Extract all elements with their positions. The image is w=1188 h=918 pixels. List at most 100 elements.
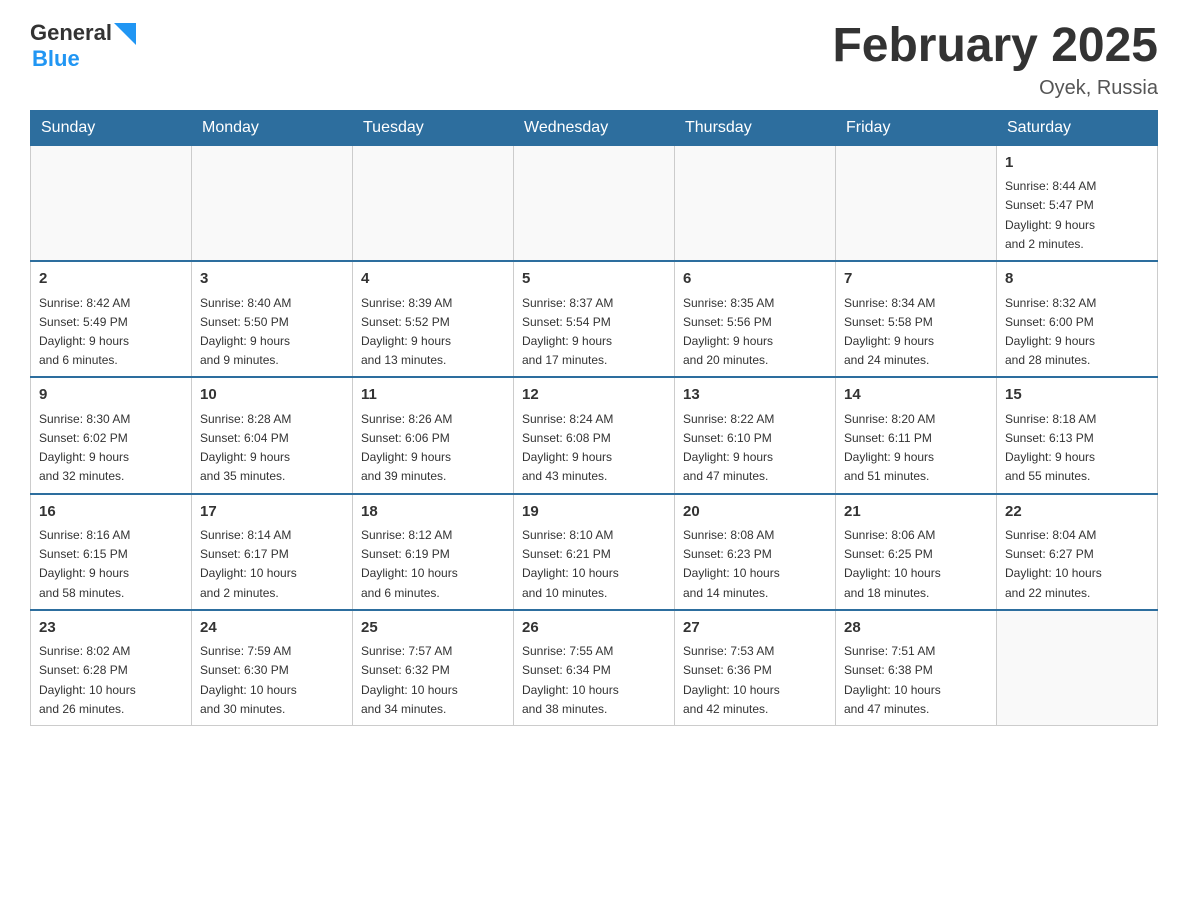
day-number: 3 (200, 268, 344, 291)
day-info: Sunrise: 7:53 AM Sunset: 6:36 PM Dayligh… (683, 642, 827, 719)
day-info: Sunrise: 8:44 AM Sunset: 5:47 PM Dayligh… (1005, 177, 1149, 254)
day-info: Sunrise: 8:06 AM Sunset: 6:25 PM Dayligh… (844, 526, 988, 603)
day-number: 12 (522, 384, 666, 407)
day-info: Sunrise: 8:10 AM Sunset: 6:21 PM Dayligh… (522, 526, 666, 603)
calendar-cell: 23Sunrise: 8:02 AM Sunset: 6:28 PM Dayli… (31, 610, 192, 726)
weekday-header-monday: Monday (192, 110, 353, 145)
calendar-cell: 8 Sunrise: 8:32 AM Sunset: 6:00 PM Daylig… (997, 261, 1158, 377)
day-info: Sunrise: 8:18 AM Sunset: 6:13 PM Dayligh… (1005, 410, 1149, 487)
day-number: 4 (361, 268, 505, 291)
weekday-header-wednesday: Wednesday (514, 110, 675, 145)
calendar-cell: 7 Sunrise: 8:34 AM Sunset: 5:58 PM Daylig… (836, 261, 997, 377)
day-info: Sunrise: 8:35 AM Sunset: 5:56 PM Dayligh… (683, 294, 827, 371)
calendar-cell: 21Sunrise: 8:06 AM Sunset: 6:25 PM Dayli… (836, 494, 997, 610)
day-info: Sunrise: 8:37 AM Sunset: 5:54 PM Dayligh… (522, 294, 666, 371)
day-info: Sunrise: 8:12 AM Sunset: 6:19 PM Dayligh… (361, 526, 505, 603)
day-info: Sunrise: 7:59 AM Sunset: 6:30 PM Dayligh… (200, 642, 344, 719)
calendar-cell: 2 Sunrise: 8:42 AM Sunset: 5:49 PM Daylig… (31, 261, 192, 377)
logo-general-text: General (30, 20, 112, 46)
calendar-cell: 9 Sunrise: 8:30 AM Sunset: 6:02 PM Daylig… (31, 377, 192, 493)
weekday-header-row: SundayMondayTuesdayWednesdayThursdayFrid… (31, 110, 1158, 145)
calendar-week-row: 2 Sunrise: 8:42 AM Sunset: 5:49 PM Daylig… (31, 261, 1158, 377)
calendar-week-row: 9 Sunrise: 8:30 AM Sunset: 6:02 PM Daylig… (31, 377, 1158, 493)
calendar-cell: 6 Sunrise: 8:35 AM Sunset: 5:56 PM Daylig… (675, 261, 836, 377)
day-number: 14 (844, 384, 988, 407)
logo-blue-text: Blue (32, 46, 80, 71)
calendar-cell (836, 145, 997, 261)
day-number: 7 (844, 268, 988, 291)
calendar-cell (192, 145, 353, 261)
day-info: Sunrise: 8:16 AM Sunset: 6:15 PM Dayligh… (39, 526, 183, 603)
day-number: 2 (39, 268, 183, 291)
day-number: 8 (1005, 268, 1149, 291)
calendar-cell: 13 Sunrise: 8:22 AM Sunset: 6:10 PM Dayli… (675, 377, 836, 493)
calendar-cell: 3 Sunrise: 8:40 AM Sunset: 5:50 PM Daylig… (192, 261, 353, 377)
calendar-week-row: 16Sunrise: 8:16 AM Sunset: 6:15 PM Dayli… (31, 494, 1158, 610)
calendar-cell: 4 Sunrise: 8:39 AM Sunset: 5:52 PM Daylig… (353, 261, 514, 377)
day-info: Sunrise: 8:32 AM Sunset: 6:00 PM Dayligh… (1005, 294, 1149, 371)
calendar-subtitle: Oyek, Russia (832, 77, 1158, 100)
day-info: Sunrise: 8:22 AM Sunset: 6:10 PM Dayligh… (683, 410, 827, 487)
weekday-header-sunday: Sunday (31, 110, 192, 145)
day-number: 21 (844, 501, 988, 524)
logo-triangle-icon (114, 23, 136, 45)
calendar-cell: 27Sunrise: 7:53 AM Sunset: 6:36 PM Dayli… (675, 610, 836, 726)
calendar-cell: 26Sunrise: 7:55 AM Sunset: 6:34 PM Dayli… (514, 610, 675, 726)
day-number: 16 (39, 501, 183, 524)
day-info: Sunrise: 8:02 AM Sunset: 6:28 PM Dayligh… (39, 642, 183, 719)
calendar-cell: 22Sunrise: 8:04 AM Sunset: 6:27 PM Dayli… (997, 494, 1158, 610)
day-number: 1 (1005, 152, 1149, 175)
day-number: 27 (683, 617, 827, 640)
calendar-cell: 10Sunrise: 8:28 AM Sunset: 6:04 PM Dayli… (192, 377, 353, 493)
title-block: February 2025 Oyek, Russia (832, 20, 1158, 100)
day-number: 13 (683, 384, 827, 407)
weekday-header-tuesday: Tuesday (353, 110, 514, 145)
day-number: 10 (200, 384, 344, 407)
day-info: Sunrise: 7:51 AM Sunset: 6:38 PM Dayligh… (844, 642, 988, 719)
day-number: 17 (200, 501, 344, 524)
calendar-cell: 5Sunrise: 8:37 AM Sunset: 5:54 PM Daylig… (514, 261, 675, 377)
calendar-cell (997, 610, 1158, 726)
day-info: Sunrise: 8:42 AM Sunset: 5:49 PM Dayligh… (39, 294, 183, 371)
day-info: Sunrise: 8:34 AM Sunset: 5:58 PM Dayligh… (844, 294, 988, 371)
day-number: 15 (1005, 384, 1149, 407)
calendar-cell: 14Sunrise: 8:20 AM Sunset: 6:11 PM Dayli… (836, 377, 997, 493)
page-header: General Blue February 2025 Oyek, Russia (30, 20, 1158, 100)
calendar-cell (514, 145, 675, 261)
day-info: Sunrise: 7:55 AM Sunset: 6:34 PM Dayligh… (522, 642, 666, 719)
calendar-cell: 24Sunrise: 7:59 AM Sunset: 6:30 PM Dayli… (192, 610, 353, 726)
day-info: Sunrise: 8:30 AM Sunset: 6:02 PM Dayligh… (39, 410, 183, 487)
day-number: 19 (522, 501, 666, 524)
calendar-cell (353, 145, 514, 261)
calendar-cell: 1Sunrise: 8:44 AM Sunset: 5:47 PM Daylig… (997, 145, 1158, 261)
calendar-cell: 19Sunrise: 8:10 AM Sunset: 6:21 PM Dayli… (514, 494, 675, 610)
day-info: Sunrise: 8:08 AM Sunset: 6:23 PM Dayligh… (683, 526, 827, 603)
weekday-header-saturday: Saturday (997, 110, 1158, 145)
day-info: Sunrise: 8:39 AM Sunset: 5:52 PM Dayligh… (361, 294, 505, 371)
day-info: Sunrise: 8:40 AM Sunset: 5:50 PM Dayligh… (200, 294, 344, 371)
day-number: 28 (844, 617, 988, 640)
calendar-table: SundayMondayTuesdayWednesdayThursdayFrid… (30, 110, 1158, 726)
calendar-cell: 12Sunrise: 8:24 AM Sunset: 6:08 PM Dayli… (514, 377, 675, 493)
calendar-cell: 18Sunrise: 8:12 AM Sunset: 6:19 PM Dayli… (353, 494, 514, 610)
day-info: Sunrise: 8:14 AM Sunset: 6:17 PM Dayligh… (200, 526, 344, 603)
calendar-cell (675, 145, 836, 261)
calendar-cell: 15 Sunrise: 8:18 AM Sunset: 6:13 PM Dayli… (997, 377, 1158, 493)
calendar-cell: 25Sunrise: 7:57 AM Sunset: 6:32 PM Dayli… (353, 610, 514, 726)
calendar-week-row: 1Sunrise: 8:44 AM Sunset: 5:47 PM Daylig… (31, 145, 1158, 261)
day-info: Sunrise: 7:57 AM Sunset: 6:32 PM Dayligh… (361, 642, 505, 719)
day-number: 11 (361, 384, 505, 407)
calendar-cell: 28Sunrise: 7:51 AM Sunset: 6:38 PM Dayli… (836, 610, 997, 726)
day-info: Sunrise: 8:04 AM Sunset: 6:27 PM Dayligh… (1005, 526, 1149, 603)
calendar-cell: 16Sunrise: 8:16 AM Sunset: 6:15 PM Dayli… (31, 494, 192, 610)
day-number: 22 (1005, 501, 1149, 524)
day-number: 26 (522, 617, 666, 640)
day-number: 20 (683, 501, 827, 524)
calendar-title: February 2025 (832, 20, 1158, 73)
calendar-cell: 20Sunrise: 8:08 AM Sunset: 6:23 PM Dayli… (675, 494, 836, 610)
day-number: 9 (39, 384, 183, 407)
day-number: 23 (39, 617, 183, 640)
day-number: 6 (683, 268, 827, 291)
weekday-header-thursday: Thursday (675, 110, 836, 145)
day-number: 18 (361, 501, 505, 524)
